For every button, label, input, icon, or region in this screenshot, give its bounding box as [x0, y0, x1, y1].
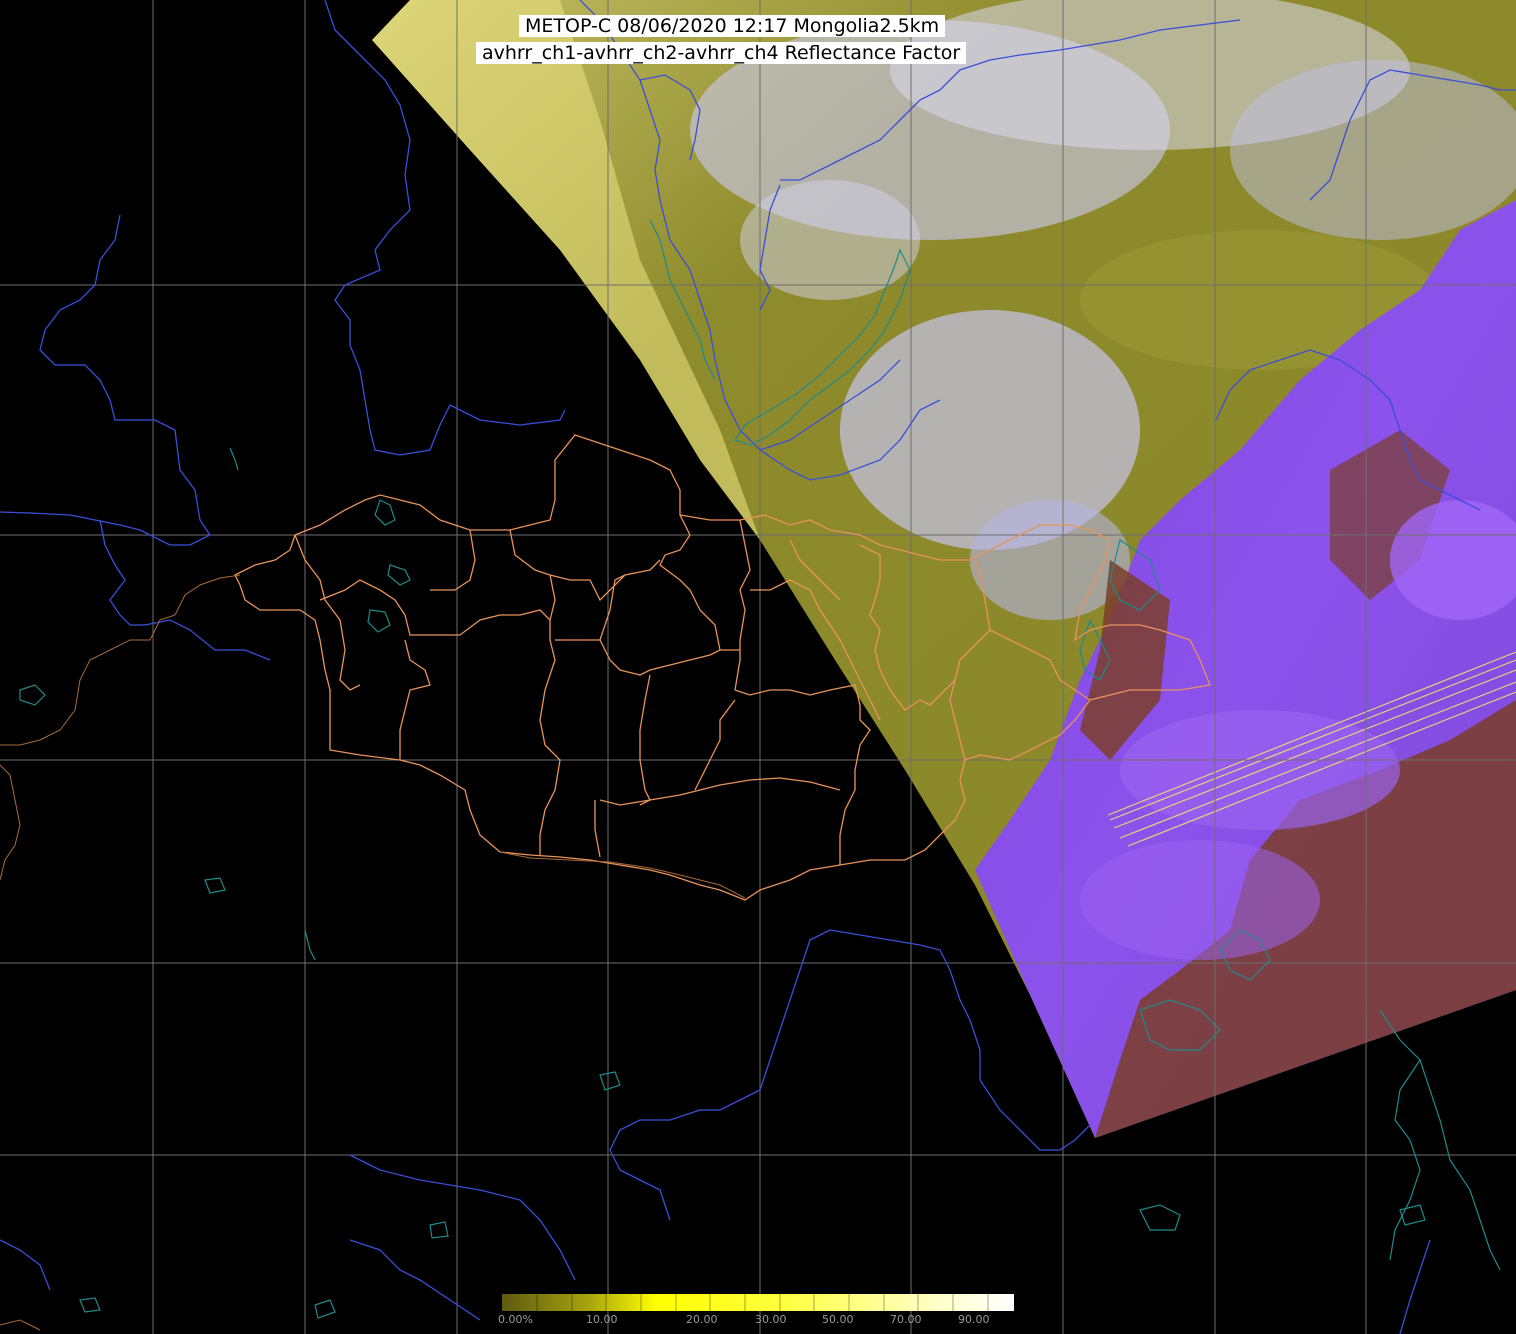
colorbar-gradient: [502, 1294, 1014, 1311]
colorbar-label-6: 90.00: [958, 1313, 990, 1326]
colorbar-label-3: 30.00: [755, 1313, 787, 1326]
colorbar-label-1: 10.00: [586, 1313, 618, 1326]
map-title-line-2: avhrr_ch1-avhrr_ch2-avhrr_ch4 Reflectanc…: [476, 42, 967, 64]
map-title-line-1: METOP-C 08/06/2020 12:17 Mongolia2.5km: [519, 15, 946, 37]
colorbar-label-4: 50.00: [822, 1313, 854, 1326]
colorbar-label-2: 20.00: [686, 1313, 718, 1326]
satellite-map: [0, 0, 1516, 1334]
colorbar-label-5: 70.00: [890, 1313, 922, 1326]
colorbar-label-0: 0.00%: [498, 1313, 533, 1326]
